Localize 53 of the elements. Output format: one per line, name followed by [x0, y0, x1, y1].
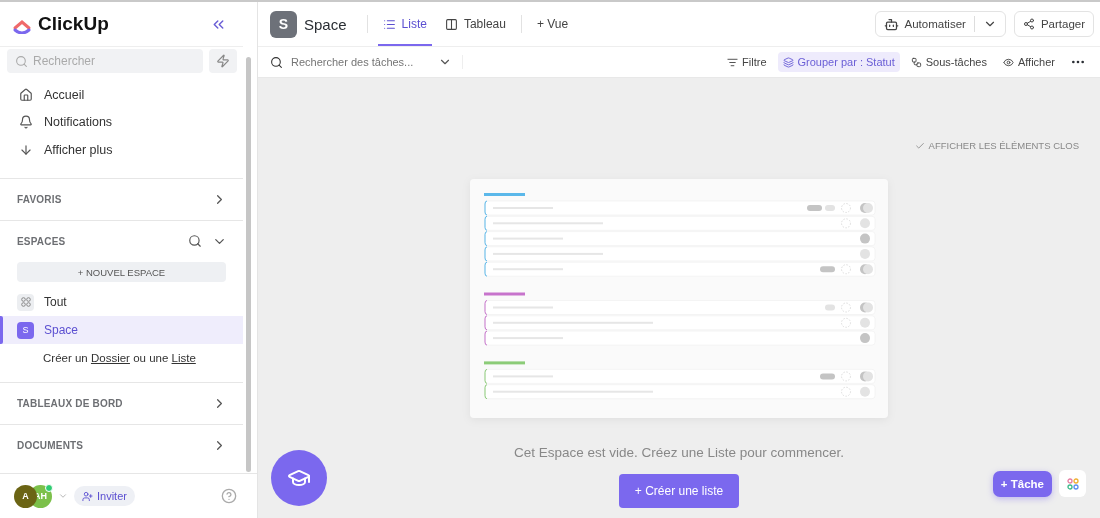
- avatar[interactable]: A: [14, 484, 37, 508]
- search-icon: [270, 55, 283, 69]
- grid-icon: [17, 293, 34, 311]
- new-space-button[interactable]: + NOUVEL ESPACE: [17, 262, 226, 282]
- add-view-button[interactable]: + Vue: [531, 2, 574, 46]
- arrow-down-icon: [19, 142, 33, 157]
- section-title: ESPACES: [17, 235, 66, 247]
- section-title: TABLEAUX DE BORD: [17, 398, 123, 409]
- space-title: Space: [304, 15, 347, 33]
- automate-button[interactable]: Automatiser: [874, 11, 1006, 37]
- search-icon[interactable]: [188, 233, 202, 248]
- empty-message: Cet Espace est vide. Créez une Liste pour commencer.: [513, 445, 845, 460]
- space-item[interactable]: S Space: [0, 316, 243, 344]
- toolbar-button[interactable]: Filtre: [722, 52, 772, 72]
- space-badge: S: [17, 321, 34, 339]
- space-item[interactable]: Tout: [0, 288, 243, 316]
- share-icon: [1022, 18, 1035, 30]
- lightning-button[interactable]: [209, 49, 237, 73]
- layers-icon: [782, 56, 794, 68]
- toolbar-button[interactable]: Afficher: [997, 52, 1060, 72]
- bell-icon: [19, 115, 33, 130]
- nav-item[interactable]: Notifications: [0, 108, 257, 136]
- home-icon: [19, 87, 33, 102]
- robot-icon: [883, 16, 899, 32]
- list-link[interactable]: Liste: [171, 352, 196, 364]
- view-tab[interactable]: Liste: [377, 2, 432, 46]
- filter-icon: [727, 56, 739, 68]
- clickup-logo[interactable]: ClickUp: [12, 13, 109, 35]
- create-list-button[interactable]: + Créer une liste: [618, 474, 740, 508]
- board-icon: [444, 17, 458, 31]
- toolbar-button[interactable]: Grouper par : Statut: [777, 52, 900, 72]
- view-tab[interactable]: Tableau: [439, 2, 511, 46]
- logo-text: ClickUp: [38, 13, 109, 35]
- nav-item[interactable]: Accueil: [0, 81, 257, 109]
- search-icon: [15, 54, 28, 68]
- eye-icon: [1002, 56, 1014, 68]
- space-badge: S: [270, 10, 297, 38]
- invite-button[interactable]: Inviter: [74, 486, 135, 506]
- toolbar-button[interactable]: Sous-tâches: [905, 52, 992, 72]
- lightning-icon: [216, 54, 230, 68]
- share-button[interactable]: Partager: [1013, 11, 1094, 37]
- subtasks-icon: [910, 56, 922, 68]
- add-user-icon: [82, 490, 93, 502]
- list-icon: [382, 17, 396, 31]
- learning-button[interactable]: [271, 450, 327, 506]
- check-icon: [914, 140, 925, 151]
- nav-item[interactable]: Afficher plus: [0, 136, 257, 164]
- section-title: FAVORIS: [17, 193, 62, 205]
- new-task-button[interactable]: + Tâche: [992, 471, 1052, 497]
- section-title: DOCUMENTS: [17, 440, 84, 451]
- apps-icon: [1066, 477, 1079, 490]
- create-hint: Créer un Dossier ou une Liste: [42, 351, 197, 366]
- folder-link[interactable]: Dossier: [90, 352, 130, 364]
